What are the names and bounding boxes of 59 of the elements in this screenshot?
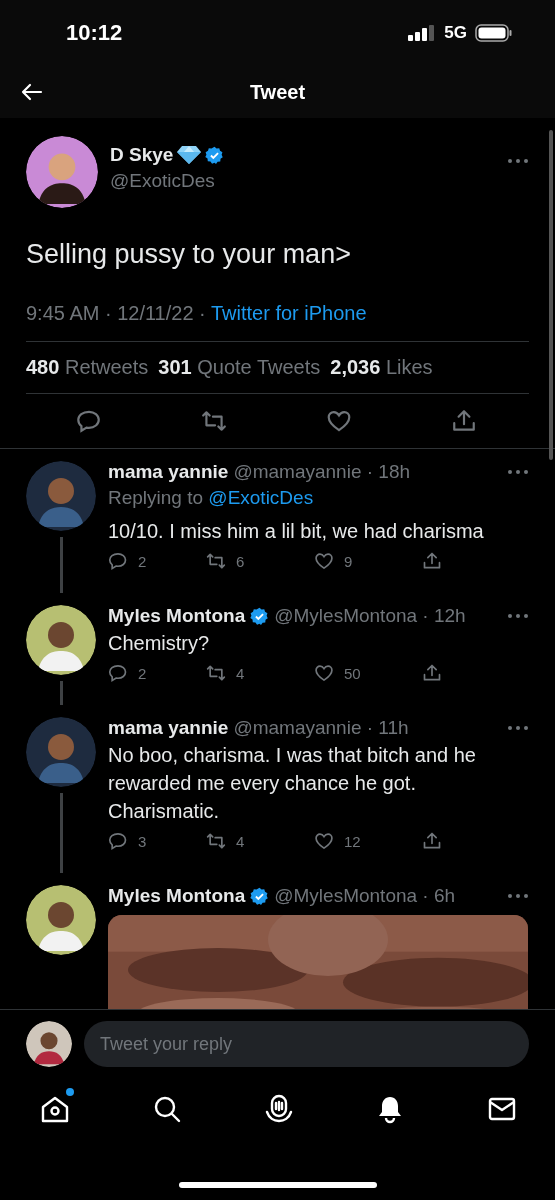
reply-count: 2 [138,552,148,570]
replying-to-label: Replying to @ExoticDes [108,487,315,510]
like-count: 9 [344,552,354,570]
more-icon[interactable] [507,158,529,164]
battery-icon [475,24,513,42]
more-icon[interactable] [507,613,529,620]
reply-text: No boo, charisma. I was that bitch and he rewarded me every chance he got. Charismatic. [108,743,477,825]
stat-count[interactable]: 480 Retweets [26,356,149,380]
retweet-count: 4 [236,664,246,682]
source-link[interactable]: Twitter for iPhone [210,302,367,325]
avatar[interactable] [26,1021,72,1067]
page-title: Tweet [249,80,306,104]
more-icon[interactable] [507,725,529,732]
avatar[interactable] [26,885,96,956]
reply-icon[interactable] [108,663,128,684]
share-icon[interactable] [422,551,442,572]
network-label: 5G [444,23,467,43]
stat-count[interactable]: 2,036 Likes [330,356,433,380]
like-count: 50 [344,664,362,682]
user-name[interactable]: Myles Montona [108,605,246,628]
user-name[interactable]: mama yannie [108,461,229,484]
clock: 10:12 [66,20,124,46]
share-icon[interactable] [422,831,442,852]
heart-icon[interactable] [314,831,334,852]
reply-field[interactable]: Tweet your reply [84,1021,529,1067]
mention-link[interactable]: @ExoticDes [208,487,314,509]
user-handle: @MylesMontona · 6h [274,885,456,908]
heart-icon[interactable] [314,663,334,684]
stat-count[interactable]: 301 Quote Tweets [158,356,321,380]
more-icon[interactable] [507,893,529,900]
reply-count: 3 [138,832,148,850]
user-handle: @ExoticDes [110,170,216,192]
user-name[interactable]: D Skye [110,144,174,166]
like-count: 12 [344,832,362,850]
avatar[interactable] [26,605,96,676]
more-icon[interactable] [507,469,529,476]
heart-icon[interactable] [314,551,334,572]
reply-icon[interactable] [76,408,102,435]
retweet-count: 6 [236,552,246,570]
user-name[interactable]: mama yannie [108,717,229,740]
reply-icon[interactable] [108,831,128,852]
user-handle: @MylesMontona · 12h [274,605,466,628]
signal-icon [408,25,437,41]
user-handle: @mamayannie · 18h [233,461,411,484]
tweet-text: Selling pussy to your man> [26,238,352,271]
user-handle: @mamayannie · 11h [233,717,409,740]
tweet-timestamp: 9:45 AM · 12/11/22 · [26,302,207,325]
reply-text: Chemistry? [108,631,211,657]
home-icon[interactable] [40,1094,70,1124]
reply-text: 10/10. I miss him a lil bit, we had charisma [108,519,485,545]
user-name[interactable]: Myles Montona [108,885,246,908]
diamond-icon [177,145,202,165]
retweet-count: 4 [236,832,246,850]
avatar[interactable] [26,136,98,208]
reply-count: 2 [138,664,148,682]
scrollbar[interactable] [549,130,553,460]
share-icon[interactable] [422,663,442,684]
microphone-icon[interactable] [263,1094,294,1124]
reply-icon[interactable] [108,551,128,572]
